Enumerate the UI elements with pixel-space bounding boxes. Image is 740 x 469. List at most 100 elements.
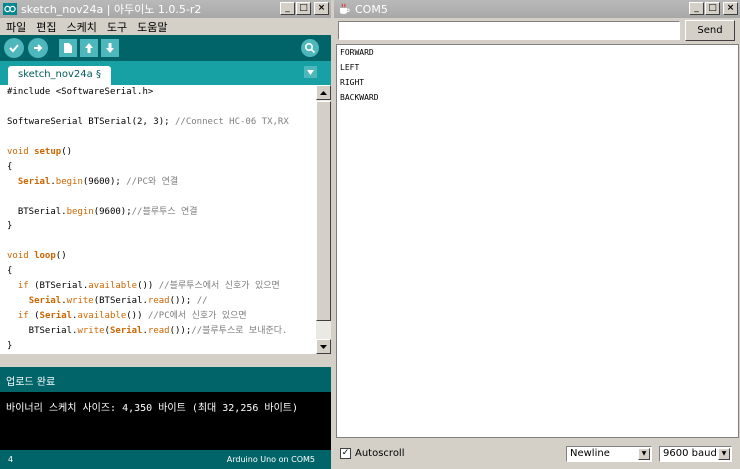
send-row: Send [334,18,740,44]
code-token: Serial [17,176,51,187]
code-line[interactable]: BTSerial.begin(9600);//블루투스 연결 [7,205,316,220]
code-line[interactable]: } [7,219,316,234]
code-token: setup [34,146,62,157]
upload-status: 업로드 완료 [0,367,331,392]
code-token: BTSerial. [7,206,67,217]
scroll-thumb[interactable] [316,101,331,321]
scroll-up-button[interactable] [316,85,331,100]
serial-output-line: FORWARD [340,48,374,57]
baud-rate-dropdown-icon[interactable]: ▼ [718,448,730,460]
code-line[interactable] [7,234,316,249]
serial-maximize-icon[interactable]: □ [705,2,720,15]
serial-monitor-button[interactable] [301,39,319,57]
autoscroll-checkbox[interactable]: ✓ [340,448,351,459]
code-line[interactable] [7,130,316,145]
serial-send-input[interactable] [338,21,680,40]
code-token: } [7,340,13,351]
new-sketch-button[interactable] [59,39,77,57]
code-line[interactable]: { [7,264,316,279]
save-sketch-button[interactable] [101,39,119,57]
menu-edit[interactable]: 편집 [36,19,56,35]
verify-button[interactable] [4,38,24,58]
code-line[interactable] [7,190,316,205]
tab-menu-button[interactable] [304,66,317,78]
code-token: available [88,281,138,292]
autoscroll-toggle[interactable]: ✓ Autoscroll [340,448,405,459]
line-ending-dropdown-icon[interactable]: ▼ [638,448,650,460]
code-line[interactable]: #include <SoftwareSerial.h> [7,85,316,100]
baud-rate-value: 9600 baud [663,448,717,459]
code-line[interactable]: Serial.write(BTSerial.read()); // [7,294,316,309]
minimize-icon[interactable]: _ [280,2,295,15]
line-ending-value: Newline [570,448,610,459]
arduino-logo-icon [3,3,17,15]
code-token: #include <SoftwareSerial.h> [7,87,154,97]
editor-scrollbar[interactable] [316,85,331,354]
code-token: available [77,311,127,322]
maximize-icon[interactable]: □ [296,2,311,15]
code-token: write [66,296,94,307]
ide-titlebar[interactable]: sketch_nov24a | 아두이노 1.0.5-r2 _ □ × [0,0,331,18]
code-line[interactable]: } [7,339,316,354]
code-editor[interactable]: #include <SoftwareSerial.h> SoftwareSeria… [0,85,316,354]
close-icon[interactable]: × [314,2,329,15]
line-ending-select[interactable]: Newline ▼ [566,446,652,462]
magnifier-icon [304,42,316,54]
code-token: (BTSerial. [93,296,148,307]
menu-file[interactable]: 파일 [6,19,26,35]
open-sketch-button[interactable] [80,39,98,57]
serial-options-row: ✓ Autoscroll Newline ▼ 9600 baud ▼ [334,441,740,467]
code-token: (9600); [93,206,132,217]
new-file-icon [64,43,72,53]
code-token: //블루투스로 보내준다. [191,326,288,336]
code-line[interactable]: BTSerial.write(Serial.read());//블루투스로 보내… [7,324,316,339]
code-token: void [7,146,35,157]
code-token: // [196,296,208,307]
code-line[interactable] [7,100,316,115]
menu-sketch[interactable]: 스케치 [67,19,97,35]
serial-close-icon[interactable]: × [723,2,738,15]
serial-minimize-icon[interactable]: _ [689,2,704,15]
code-line[interactable]: { [7,160,316,175]
code-line[interactable]: if (Serial.available()) //PC에서 신호가 있으면 [7,309,316,324]
serial-titlebar[interactable]: COM5 _ □ × [334,0,740,18]
code-line[interactable]: void setup() [7,145,316,160]
upload-button[interactable] [28,38,48,58]
code-token: void [7,251,35,262]
code-token: (BTSerial. [28,281,89,292]
code-line[interactable]: SoftwareSerial BTSerial(2, 3); //Connect… [7,115,316,130]
code-token: loop [34,251,56,262]
code-token: //PC와 연결 [126,176,179,187]
code-line[interactable]: Serial.begin(9600); //PC와 연결 [7,175,316,190]
send-button[interactable]: Send [685,20,735,41]
code-line[interactable]: void loop() [7,249,316,264]
sketch-tabbar: sketch_nov24a § [0,61,331,85]
code-token: SoftwareSerial BTSerial(2, 3); [7,116,175,127]
console-line: 바이너리 스케치 사이즈: 4,350 바이트 (최대 32,256 바이트) [6,403,299,414]
menu-tools[interactable]: 도구 [107,19,127,35]
code-token: read [147,326,170,336]
baud-rate-select[interactable]: 9600 baud ▼ [659,446,732,462]
serial-window-title: COM5 [355,2,388,16]
tab-sketch[interactable]: sketch_nov24a § [8,66,111,85]
scroll-up-arrow-icon [320,90,327,95]
serial-output[interactable]: FORWARD LEFT RIGHT BACKWARD [336,44,739,438]
code-token: { [7,161,13,172]
line-number: 4 [8,455,14,464]
triangle-down-icon [307,69,314,75]
code-token: ()) [137,281,159,292]
menu-help[interactable]: 도움말 [137,19,167,35]
ide-menubar: 파일 편집 스케치 도구 도움말 [0,18,331,35]
code-token: ()); [169,326,192,336]
scroll-down-button[interactable] [316,339,331,354]
scroll-down-arrow-icon [320,344,327,349]
editor-console-divider[interactable] [0,354,331,367]
code-token: begin [55,176,83,187]
code-token: if [17,281,29,292]
code-token: //블루투스 연결 [131,206,198,217]
code-line[interactable]: if (BTSerial.available()) //블루투스에서 신호가 있… [7,279,316,294]
arrow-right-icon [34,44,43,52]
